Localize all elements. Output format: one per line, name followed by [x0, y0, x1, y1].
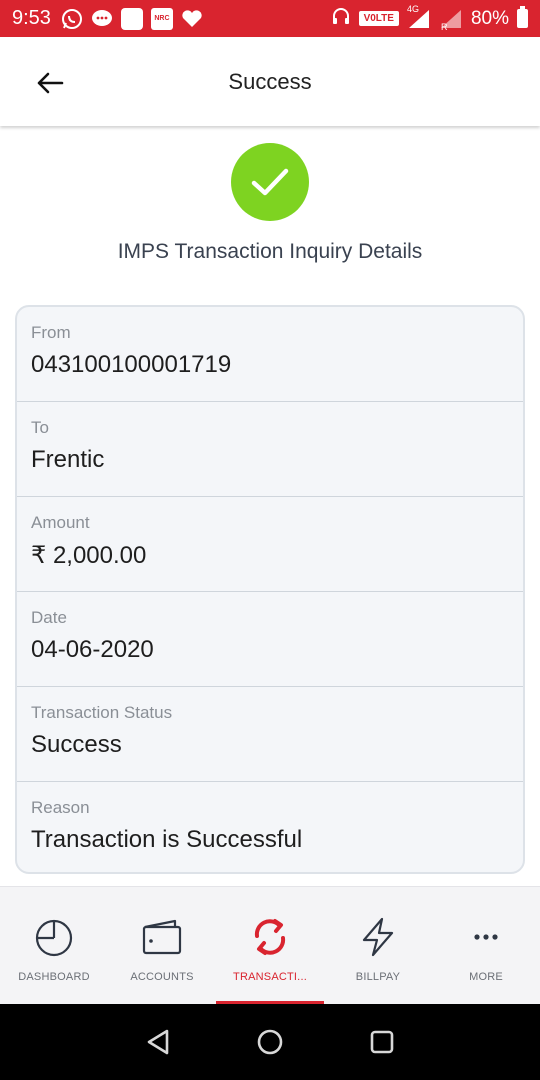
circle-home-icon: [257, 1029, 283, 1055]
detail-row-from: From 043100100001719: [17, 307, 523, 402]
pie-chart-icon: [32, 915, 76, 959]
nav-more[interactable]: MORE: [432, 887, 540, 1004]
detail-row-amount: Amount ₹ 2,000.00: [17, 497, 523, 592]
detail-value: 04-06-2020: [31, 636, 154, 663]
triangle-back-icon: [147, 1029, 169, 1055]
lightning-icon: [356, 915, 400, 959]
nav-accounts[interactable]: ACCOUNTS: [108, 887, 216, 1004]
detail-label: Reason: [31, 798, 90, 817]
detail-row-status: Transaction Status Success: [17, 687, 523, 782]
battery-percent: 80%: [470, 7, 509, 29]
heart-icon: [181, 8, 203, 30]
status-right: V0LTE 4G R 80%: [331, 4, 528, 32]
back-button[interactable]: [30, 63, 70, 103]
app-header: Success: [0, 37, 540, 126]
nav-label: MORE: [469, 971, 503, 983]
nav-transactions[interactable]: TRANSACTI...: [216, 887, 324, 1004]
nav-label: BILLPAY: [355, 971, 401, 983]
system-home-button[interactable]: [254, 1026, 286, 1058]
status-bar: 9:53 NRC V0LTE 4G R 80%: [0, 0, 540, 37]
detail-label: To: [31, 418, 49, 437]
success-badge: [231, 143, 309, 221]
headphones-icon: [331, 6, 351, 31]
battery-icon: [517, 6, 528, 28]
roaming-label: R: [440, 21, 448, 32]
square-notification-icon: [120, 7, 143, 30]
nav-dashboard[interactable]: DASHBOARD: [0, 887, 108, 1004]
detail-value: Transaction is Successful: [31, 826, 303, 853]
checkmark-icon: [251, 168, 289, 196]
volte-badge: V0LTE: [358, 11, 399, 26]
whatsapp-icon: [61, 8, 83, 30]
system-navigation-bar: [0, 1004, 540, 1080]
message-icon: [91, 8, 113, 30]
square-recents-icon: [370, 1030, 394, 1054]
system-recents-button[interactable]: [366, 1026, 398, 1058]
detail-value: Frentic: [31, 446, 105, 473]
nav-label: DASHBOARD: [18, 971, 90, 983]
signal-roaming-icon: R: [439, 8, 463, 32]
detail-label: Transaction Status: [31, 703, 173, 722]
more-dots-icon: [464, 915, 508, 959]
status-time: 9:53: [12, 7, 51, 29]
result-title: IMPS Transaction Inquiry Details: [117, 240, 423, 263]
detail-value: ₹ 2,000.00: [31, 542, 147, 569]
nav-billpay[interactable]: BILLPAY: [324, 887, 432, 1004]
page-title: Success: [228, 68, 312, 94]
transaction-details-card: From 043100100001719 To Frentic Amount ₹…: [15, 305, 525, 874]
detail-label: Date: [31, 608, 67, 627]
bottom-navigation: DASHBOARD ACCOUNTS TRANSACTI... BILLPAY …: [0, 886, 540, 1004]
detail-label: From: [31, 323, 71, 342]
detail-value: 043100100001719: [31, 351, 232, 378]
nrc-icon: NRC: [150, 7, 173, 30]
detail-value: Success: [31, 731, 122, 758]
wallet-icon: [140, 915, 184, 959]
signal-icon: 4G: [407, 4, 431, 30]
detail-row-date: Date 04-06-2020: [17, 592, 523, 687]
transfer-arrows-icon: [248, 915, 292, 959]
detail-row-to: To Frentic: [17, 402, 523, 497]
system-back-button[interactable]: [142, 1026, 174, 1058]
nav-label: ACCOUNTS: [130, 971, 194, 983]
notification-icons: NRC: [61, 7, 203, 30]
detail-row-reason: Reason Transaction is Successful: [17, 782, 523, 872]
network-label: 4G: [406, 3, 419, 14]
detail-label: Amount: [31, 513, 90, 532]
back-arrow-icon: [37, 72, 64, 94]
nav-label: TRANSACTI...: [233, 971, 307, 983]
